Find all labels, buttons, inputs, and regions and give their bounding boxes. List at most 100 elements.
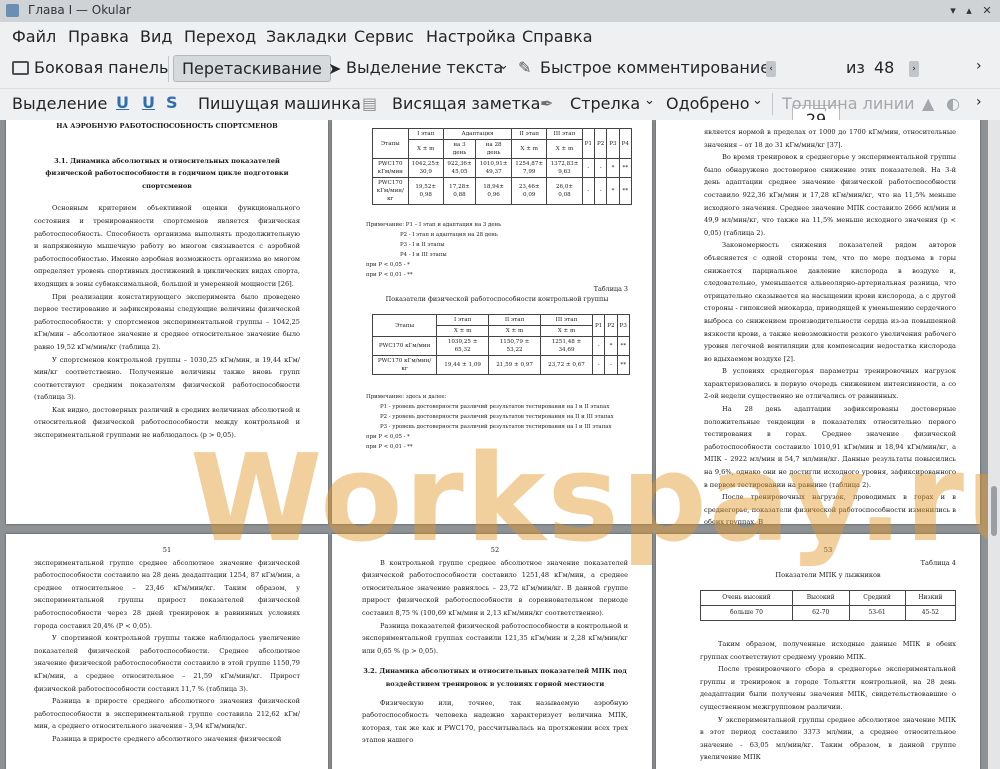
table-cell: II этап [511, 128, 548, 140]
page-text: Таким образом, полученные исходные данны… [700, 638, 956, 764]
table-cell: - [591, 355, 606, 375]
table-cell: P1 [591, 314, 606, 337]
table-cell: - [593, 158, 608, 178]
menu-go[interactable]: Переход [184, 27, 256, 46]
selection-tool[interactable]: Выделение [12, 94, 107, 113]
maximize-icon[interactable]: ▴ [962, 4, 976, 18]
table-cell: Этапы [371, 314, 438, 337]
typewriter-tool[interactable]: Пишущая машинка [198, 94, 361, 113]
table-cell: 23,72 ± 0,67 [540, 355, 593, 375]
section-heading: 3.1. Динамика абсолютных и относительных… [45, 156, 289, 190]
color-icon[interactable]: ▲ [922, 94, 934, 113]
text-select-chevron-down-icon[interactable]: ⌄ [498, 58, 509, 73]
paragraph: В условиях среднегорья параметры трениро… [704, 367, 956, 401]
okular-app-icon [6, 4, 19, 17]
table-cell: 1254,87± 7,99 [511, 158, 548, 178]
page-number: 51 [162, 546, 172, 554]
annot-overflow-icon[interactable]: › [976, 94, 982, 110]
sidebar-icon [12, 61, 29, 75]
quick-comment-button[interactable]: ✎ Быстрое комментирование [518, 58, 770, 77]
table-cell: I этап [407, 128, 444, 140]
arrow-chevron-down-icon[interactable]: ⌄ [644, 93, 655, 108]
table-cell: ** [618, 158, 633, 178]
paragraph: После тренировочного сбора в среднегорье… [700, 665, 956, 711]
note-line: P3 - I и II этапы [400, 242, 445, 248]
document-page: Этапы I этап Адаптация II этап III этап … [332, 120, 652, 524]
annot-separator [772, 93, 773, 115]
drag-mode-button[interactable]: Перетаскивание [173, 55, 331, 82]
table-cell: P1 [581, 128, 595, 159]
note-icon[interactable]: ▤ [362, 94, 377, 113]
table-cell: X ± m [546, 139, 583, 159]
table-4: Очень высокий Высокий Средний Низкий бол… [700, 590, 957, 621]
menu-bookmarks[interactable]: Закладки [266, 27, 347, 46]
table-cell: Адаптация [442, 128, 513, 140]
table-cell: PWC170 кГм/мин [372, 158, 409, 178]
document-page: 51 экспериментальной группе среднее абсо… [6, 534, 328, 769]
toolbar-overflow-icon[interactable]: › [976, 58, 982, 74]
heading: НА АЭРОБНУЮ РАБОТОСПОСОБНОСТЬ СПОРТСМЕНО… [56, 122, 278, 130]
table-cell: 21,59 ± 0,97 [488, 355, 542, 375]
squiggly-underline-icon[interactable]: U [142, 93, 155, 112]
page-text: является нормой в пределах от 1000 до 17… [704, 126, 956, 524]
opacity-icon[interactable]: ◐ [946, 94, 960, 113]
document-page: 53 Таблица 4 Показатели МПК у лыжников О… [656, 534, 980, 769]
paragraph: В контрольной группе среднее абсолютное … [362, 558, 628, 617]
strikeout-icon[interactable]: S [166, 93, 178, 112]
table-caption: Таблица 4 [920, 558, 956, 567]
table-cell: I этап [436, 314, 490, 326]
previous-page-icon[interactable]: ‹ [766, 61, 776, 77]
note-line: при P < 0,05 - * [366, 434, 410, 440]
menu-settings[interactable]: Настройка [426, 27, 516, 46]
pencil-icon: ✎ [518, 58, 532, 77]
note-line: Примечание: P1 – I этап и адаптация на 3… [366, 222, 502, 228]
paragraph: Во время тренировок в среднегорье у эксп… [704, 153, 956, 237]
close-icon[interactable]: ✕ [980, 4, 994, 18]
menu-edit[interactable]: Правка [68, 27, 129, 46]
table-cell: Очень высокий [700, 590, 793, 606]
arrow-tool-icon[interactable]: ✒ [540, 94, 553, 113]
table-cell: II этап [488, 314, 542, 326]
note-line: Примечание: здесь и далее: [366, 394, 447, 400]
stamp-approved-tool[interactable]: Одобрено [666, 94, 750, 113]
page-of-label: из [846, 58, 865, 77]
sidebar-button[interactable]: Боковая панель [8, 58, 168, 77]
line-width-control[interactable]: Толщина линии [782, 94, 915, 113]
stamp-chevron-down-icon[interactable]: ⌄ [752, 93, 763, 108]
pinned-note-tool[interactable]: Висящая заметка [392, 94, 540, 113]
menu-view[interactable]: Вид [140, 27, 172, 46]
table-cell: 17,28± 0,88 [442, 177, 477, 205]
scrollbar-thumb[interactable] [991, 486, 997, 536]
menu-help[interactable]: Справка [522, 27, 593, 46]
table-cell: 1042,25± 30,9 [407, 158, 444, 178]
table-cell: 1150,79 ± 53,22 [488, 336, 542, 356]
table-cell: больше 70 [700, 605, 793, 621]
note-line: P4 - I и III этапы [400, 252, 447, 258]
document-viewport[interactable]: НА АЭРОБНУЮ РАБОТОСПОСОБНОСТЬ СПОРТСМЕНО… [0, 120, 988, 769]
menu-file[interactable]: Файл [12, 27, 56, 46]
underline-icon[interactable]: U [116, 93, 129, 112]
text-select-button[interactable]: ➤ Выделение текста [328, 58, 503, 78]
page-text: НА АЭРОБНУЮ РАБОТОСПОСОБНОСТЬ СПОРТСМЕНО… [34, 120, 300, 442]
table-notes: Примечание: P1 – I этап и адаптация на 3… [366, 220, 628, 304]
drag-mode-label: Перетаскивание [182, 59, 322, 78]
vertical-scrollbar[interactable] [988, 120, 1000, 769]
page-total-label: 48 [874, 58, 895, 77]
table-cell: 62-70 [791, 605, 850, 621]
arrow-tool[interactable]: Стрелка [570, 94, 640, 113]
table-cell: III этап [540, 314, 593, 326]
page-text: 53 Таблица 4 Показатели МПК у лыжников [700, 544, 956, 582]
table-cell: на 28 день [475, 139, 513, 159]
note-line: P3 - уровень достоверности различий резу… [380, 424, 612, 430]
minimize-icon[interactable]: ▾ [946, 4, 960, 18]
table-cell: ** [616, 336, 631, 356]
table-cell: III этап [546, 128, 583, 140]
paragraph: Таким образом, полученные исходные данны… [700, 640, 956, 661]
table-title: Показатели МПК у лыжников [775, 571, 881, 580]
menu-tools[interactable]: Сервис [354, 27, 414, 46]
cursor-arrow-icon: ➤ [328, 59, 342, 78]
next-page-icon[interactable]: › [909, 61, 919, 77]
title-bar: Глава I — Okular ▾ ▴ ✕ [0, 0, 1000, 23]
table-cell: ** [616, 355, 631, 375]
